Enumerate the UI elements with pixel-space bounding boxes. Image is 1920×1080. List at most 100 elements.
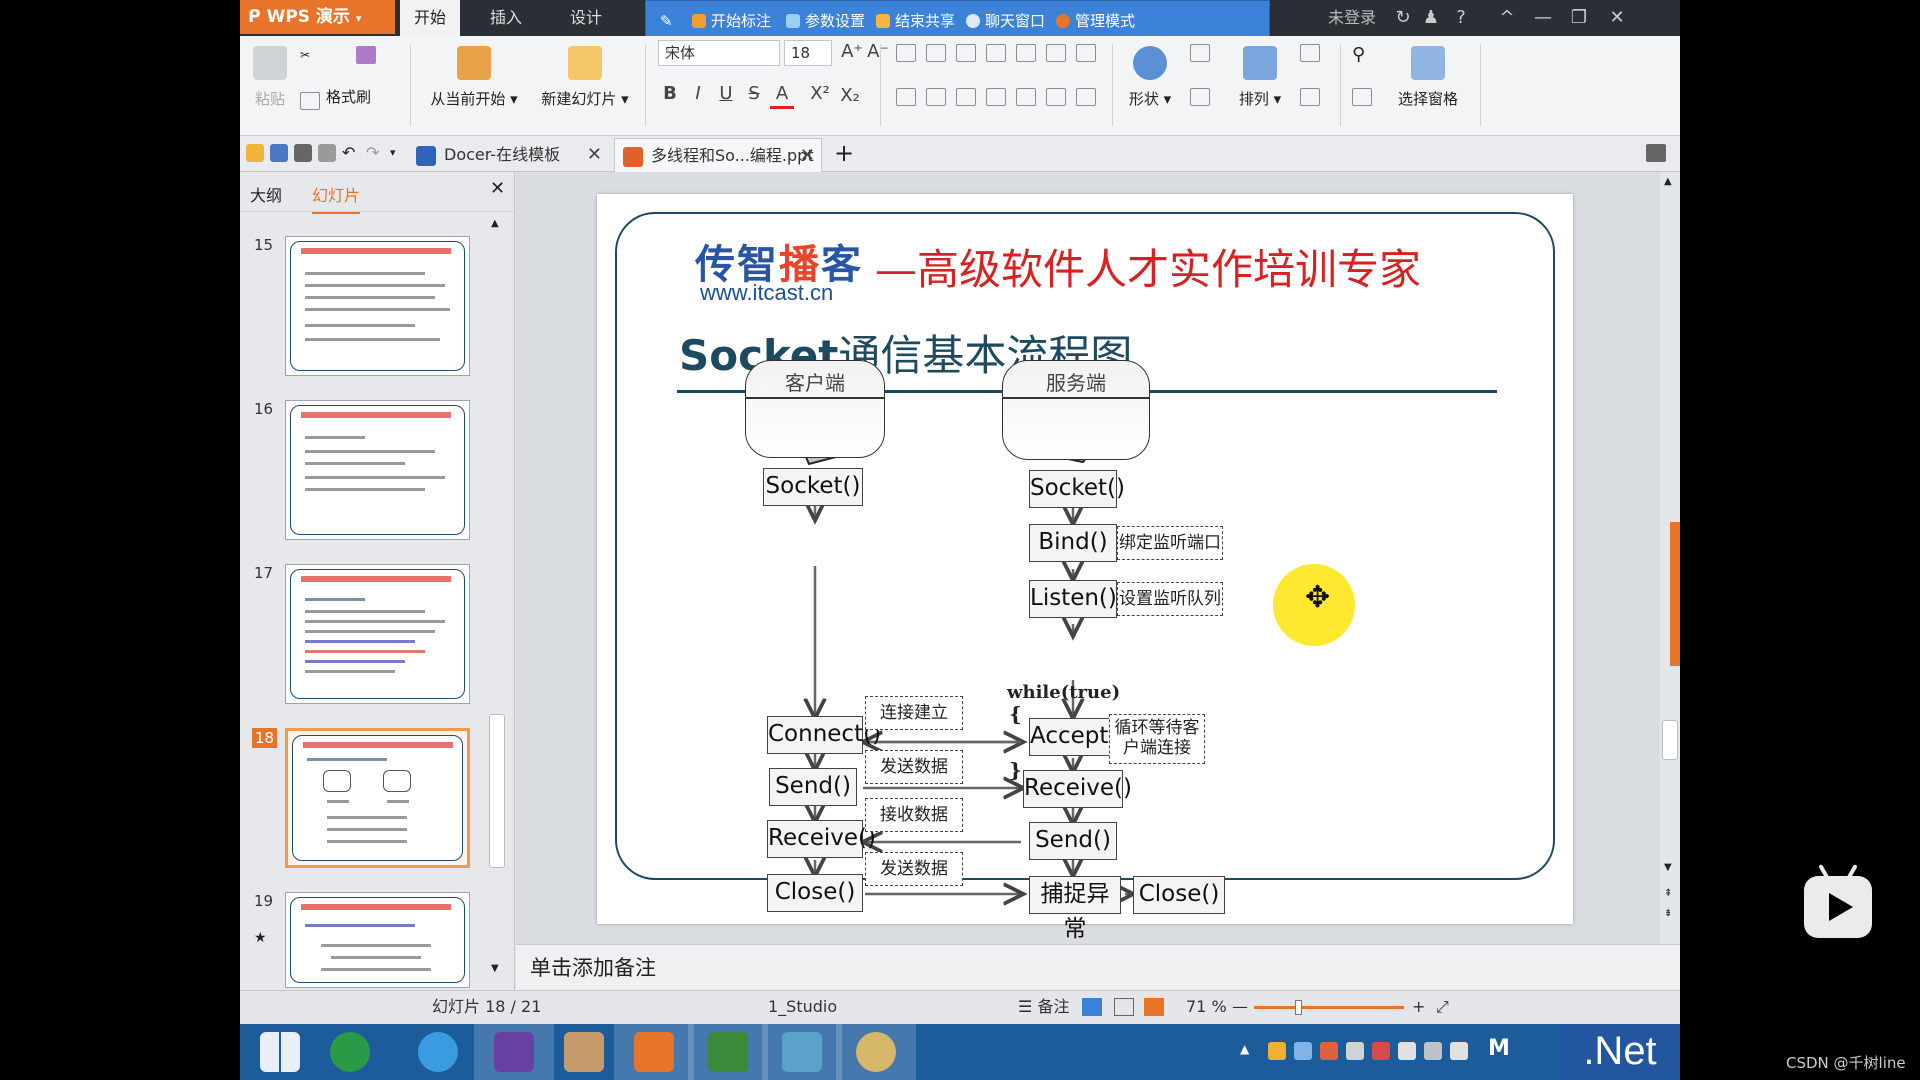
scroll-up-icon[interactable]: ▲ <box>1664 176 1672 187</box>
print-icon[interactable] <box>294 144 312 162</box>
taskbar-app[interactable] <box>836 1024 916 1080</box>
tray-m-icon[interactable]: M <box>1488 1036 1510 1061</box>
taskbar-app[interactable] <box>398 1024 478 1080</box>
cut-icon[interactable]: ✂ <box>300 48 320 66</box>
zoom-slider[interactable] <box>1254 1000 1404 1015</box>
notes-pane[interactable]: 单击添加备注 <box>516 944 1680 990</box>
from-current-button[interactable]: 从当前开始 ▾ <box>424 46 524 109</box>
font-size-select[interactable]: 18 <box>784 40 832 66</box>
zoom-in-button[interactable]: + <box>1412 991 1425 1023</box>
slide-thumbnail[interactable] <box>285 892 470 988</box>
justify-icon[interactable] <box>986 88 1006 106</box>
pin-icon[interactable]: ✎ <box>660 1 673 41</box>
paragraph-spacing-icon[interactable] <box>1046 88 1066 106</box>
align-center-icon[interactable] <box>926 88 946 106</box>
taskbar-app[interactable] <box>614 1024 694 1080</box>
taskbar-app[interactable] <box>474 1024 554 1080</box>
slide-thumbnail[interactable] <box>285 236 470 376</box>
slide-thumbnail[interactable] <box>285 400 470 540</box>
side-panel-tab[interactable] <box>1670 522 1680 666</box>
new-tab-button[interactable]: + <box>834 136 854 170</box>
tray-monitor-icon[interactable] <box>1424 1042 1442 1060</box>
scroll-down-icon[interactable]: ▼ <box>1664 862 1672 873</box>
start-annotate-button[interactable]: 开始标注 <box>692 1 771 41</box>
fill-icon[interactable] <box>1300 44 1320 62</box>
close-panel-icon[interactable]: ✕ <box>490 178 505 199</box>
tray-flag-icon[interactable] <box>1372 1042 1390 1060</box>
subscript-button[interactable]: X₂ <box>838 84 862 108</box>
textbox-icon[interactable] <box>1190 44 1210 62</box>
underline-button[interactable]: U <box>714 82 738 106</box>
slide-thumbnail[interactable] <box>285 564 470 704</box>
slide-thumbnail-selected[interactable] <box>285 728 470 868</box>
tray-device-icon[interactable] <box>1398 1042 1416 1060</box>
tab-design[interactable]: 设计 <box>570 0 602 36</box>
restore-button[interactable]: ❐ <box>1562 0 1596 36</box>
new-slide-button[interactable]: 新建幻灯片 ▾ <box>535 46 635 109</box>
bullets-icon[interactable] <box>896 44 916 62</box>
notes-toggle[interactable]: ☰ 备注 <box>1018 991 1069 1023</box>
customize-qa-icon[interactable]: ▾ <box>390 144 408 162</box>
taskbar-app[interactable] <box>762 1024 842 1080</box>
zoom-out-button[interactable]: — <box>1232 991 1248 1023</box>
preview-icon[interactable] <box>318 144 336 162</box>
prev-slide-icon[interactable]: ⇞ <box>1664 888 1672 899</box>
volume-icon[interactable] <box>1450 1042 1468 1060</box>
grow-font-icon[interactable]: A⁺ <box>840 40 864 64</box>
tab-start[interactable]: 开始 <box>400 0 461 36</box>
login-link[interactable]: 未登录 <box>1328 0 1376 36</box>
arrange-button[interactable]: 排列 ▾ <box>1230 46 1290 109</box>
distribute-icon[interactable] <box>1016 88 1036 106</box>
tab-slides[interactable]: 幻灯片 <box>312 182 361 214</box>
indent-decrease-icon[interactable] <box>956 44 976 62</box>
taskbar-app[interactable] <box>544 1024 624 1080</box>
scroll-thumb[interactable] <box>1662 720 1678 760</box>
tray-cloud-icon[interactable] <box>1294 1042 1312 1060</box>
slideshow-icon[interactable] <box>1144 998 1164 1016</box>
sorter-view-icon[interactable] <box>1114 998 1134 1016</box>
undo-icon[interactable]: ↶ <box>342 144 360 162</box>
paste-button[interactable]: 粘贴 <box>250 46 290 109</box>
align-left-icon[interactable] <box>896 88 916 106</box>
panel-toggle-icon[interactable] <box>1646 144 1666 162</box>
find-icon[interactable]: ⚲ <box>1352 44 1372 65</box>
align-right-icon[interactable] <box>956 88 976 106</box>
replace-icon[interactable] <box>1352 88 1372 106</box>
superscript-button[interactable]: X² <box>808 82 832 106</box>
tray-shield-icon[interactable] <box>1268 1042 1286 1060</box>
line-spacing-icon[interactable] <box>1016 44 1036 62</box>
app-menu-button[interactable]: ᑭ WPS 演示 ▾ <box>240 0 395 34</box>
next-slide-icon[interactable]: ⇟ <box>1664 908 1672 919</box>
taskbar-app[interactable] <box>310 1024 390 1080</box>
close-tab-icon[interactable]: ✕ <box>587 138 602 172</box>
text-direction-icon[interactable] <box>1046 44 1066 62</box>
help-icon[interactable]: ? <box>1444 0 1478 36</box>
close-button[interactable]: ✕ <box>1600 0 1634 36</box>
taskbar-app[interactable] <box>688 1024 768 1080</box>
end-share-button[interactable]: 结束共享 <box>876 1 955 41</box>
tab-current-ppt[interactable]: 多线程和So...编程.ppt ✕ <box>614 138 822 172</box>
minimize-button[interactable]: — <box>1526 0 1560 36</box>
close-tab-icon[interactable]: ✕ <box>800 139 815 173</box>
format-painter-button[interactable]: 格式刷 <box>326 86 371 107</box>
tray-expand-icon[interactable]: ▲ <box>1240 1042 1249 1056</box>
scroll-up-icon[interactable]: ▲ <box>491 218 499 229</box>
skin-icon[interactable]: ♟ <box>1414 0 1448 36</box>
tab-insert[interactable]: 插入 <box>490 0 522 36</box>
tab-outline[interactable]: 大纲 <box>250 182 282 206</box>
italic-button[interactable]: I <box>686 82 710 106</box>
normal-view-icon[interactable] <box>1082 998 1102 1016</box>
redo-icon[interactable]: ↷ <box>366 144 384 162</box>
font-name-select[interactable]: 宋体 <box>658 40 780 66</box>
font-color-button[interactable]: A <box>770 82 794 109</box>
indent-increase-icon[interactable] <box>986 44 1006 62</box>
tray-app-icon[interactable] <box>1320 1042 1338 1060</box>
slide[interactable]: 传智播客 www.itcast.cn —高级软件人才实作培训专家 Socket通… <box>597 194 1573 942</box>
selection-pane-button[interactable]: 选择窗格 <box>1388 46 1468 109</box>
scroll-down-icon[interactable]: ▼ <box>491 963 499 974</box>
line-height-icon[interactable] <box>1076 88 1096 106</box>
fit-window-icon[interactable]: ⤢ <box>1436 991 1449 1023</box>
param-settings-button[interactable]: 参数设置 <box>786 1 865 41</box>
shapes-button[interactable]: 形状 ▾ <box>1120 46 1180 109</box>
strike-button[interactable]: S <box>742 82 766 106</box>
